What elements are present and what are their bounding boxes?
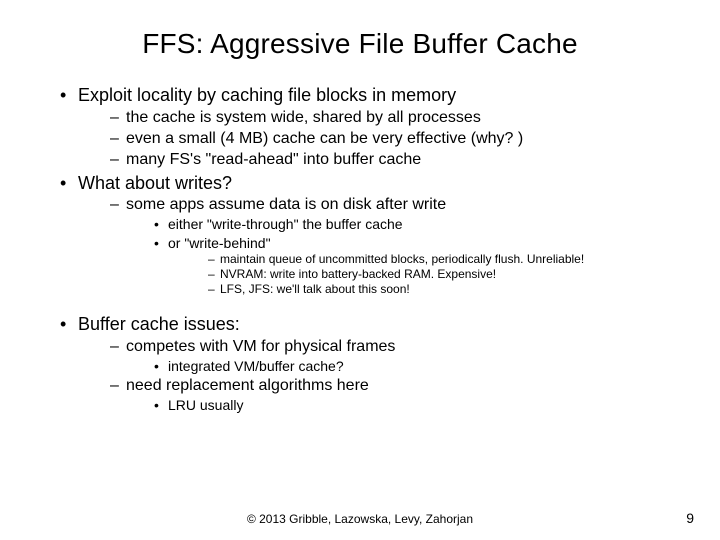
bullet-text: some apps assume data is on disk after w…: [126, 196, 446, 213]
bullet-text: competes with VM for physical frames: [126, 338, 395, 355]
bullet-lvl3: either "write-through" the buffer cache: [154, 216, 690, 234]
sublist: competes with VM for physical frames int…: [78, 337, 690, 415]
bullet-lvl2: many FS's "read-ahead" into buffer cache: [110, 150, 690, 170]
bullet-lvl2: competes with VM for physical frames int…: [110, 337, 690, 376]
slide: FFS: Aggressive File Buffer Cache Exploi…: [0, 0, 720, 540]
slide-title: FFS: Aggressive File Buffer Cache: [30, 28, 690, 60]
bullet-text: Buffer cache issues:: [78, 314, 240, 334]
footer-copyright: © 2013 Gribble, Lazowska, Levy, Zahorjan: [0, 512, 720, 526]
bullet-lvl4: NVRAM: write into battery-backed RAM. Ex…: [208, 267, 690, 282]
page-number: 9: [686, 510, 694, 526]
sublist: integrated VM/buffer cache?: [126, 358, 690, 376]
bullet-lvl2: even a small (4 MB) cache can be very ef…: [110, 129, 690, 149]
bullet-lvl3: LRU usually: [154, 397, 690, 415]
sublist: LRU usually: [126, 397, 690, 415]
sublist: maintain queue of uncommitted blocks, pe…: [168, 252, 690, 297]
sublist: either "write-through" the buffer cache …: [126, 216, 690, 297]
bullet-text: need replacement algorithms here: [126, 377, 369, 394]
bullet-lvl4: LFS, JFS: we'll talk about this soon!: [208, 282, 690, 297]
bullet-text: Exploit locality by caching file blocks …: [78, 85, 456, 105]
bullet-lvl1: What about writes? some apps assume data…: [60, 172, 690, 298]
bullet-text: or "write-behind": [168, 235, 271, 251]
bullet-lvl2: need replacement algorithms here LRU usu…: [110, 376, 690, 415]
bullet-lvl1: Exploit locality by caching file blocks …: [60, 84, 690, 170]
bullet-list: Buffer cache issues: competes with VM fo…: [30, 313, 690, 415]
bullet-list: Exploit locality by caching file blocks …: [30, 84, 690, 297]
bullet-lvl2: some apps assume data is on disk after w…: [110, 195, 690, 297]
bullet-lvl3: integrated VM/buffer cache?: [154, 358, 690, 376]
spacer: [30, 299, 690, 311]
sublist: the cache is system wide, shared by all …: [78, 108, 690, 170]
bullet-text: What about writes?: [78, 173, 232, 193]
bullet-lvl4: maintain queue of uncommitted blocks, pe…: [208, 252, 690, 267]
sublist: some apps assume data is on disk after w…: [78, 195, 690, 297]
bullet-lvl3: or "write-behind" maintain queue of unco…: [154, 235, 690, 298]
bullet-lvl1: Buffer cache issues: competes with VM fo…: [60, 313, 690, 415]
bullet-lvl2: the cache is system wide, shared by all …: [110, 108, 690, 128]
